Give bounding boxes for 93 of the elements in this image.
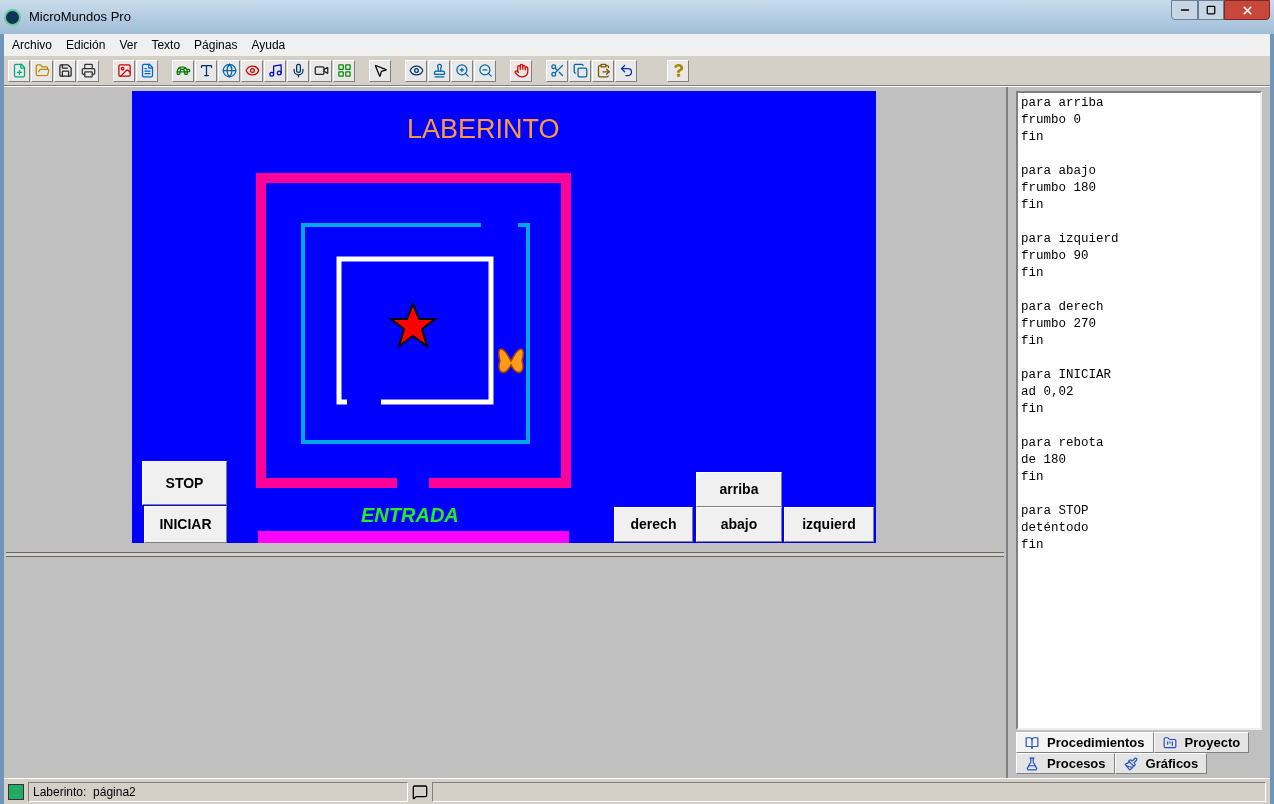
code-line: fin [1021, 469, 1045, 486]
toolbar-button[interactable] [287, 59, 309, 82]
new-file-icon [11, 63, 27, 78]
toolbar-button[interactable] [546, 59, 568, 82]
code-line: para derech [1021, 299, 1105, 316]
zoom-in-icon [454, 63, 470, 78]
toolbar-button[interactable] [405, 59, 427, 82]
menu-item[interactable]: Archivo [12, 36, 52, 54]
canvas-title: LABERINTO [407, 113, 560, 146]
globe-icon [221, 63, 237, 78]
code-line: fin [1021, 129, 1045, 146]
code-line: fin [1021, 333, 1045, 350]
paste-icon [595, 63, 611, 78]
grid-icon [336, 63, 352, 78]
app-logo-icon [4, 8, 21, 26]
entrance-label: ENTRADA [361, 503, 459, 528]
code-line: para rebota [1021, 435, 1105, 452]
toolbar-button[interactable] [428, 59, 450, 82]
cut-icon [549, 63, 565, 78]
menu-item[interactable]: Texto [151, 36, 181, 54]
canvas-button[interactable]: arriba [696, 472, 782, 507]
help-icon [671, 64, 685, 77]
eye-icon [244, 63, 260, 78]
open-folder-icon [34, 63, 50, 78]
toolbar-button[interactable] [310, 59, 332, 82]
pointer-icon [372, 63, 388, 78]
toolbar-button[interactable] [195, 59, 217, 82]
maximize-icon [1206, 5, 1216, 15]
minimize-button[interactable] [1171, 0, 1198, 20]
document-icon [139, 63, 155, 78]
code-line: frumbo 0 [1021, 112, 1082, 129]
toolbar-button[interactable] [369, 59, 391, 82]
tab-icon [1025, 735, 1039, 750]
video-camera-icon [313, 63, 329, 78]
music-note-icon [267, 63, 283, 78]
code-line: frumbo 90 [1021, 248, 1090, 265]
code-line: deténtodo [1021, 520, 1090, 537]
menu-item[interactable]: Edición [66, 36, 106, 54]
canvas-button[interactable]: abajo [696, 507, 782, 542]
close-icon [1240, 3, 1254, 17]
panel-tab[interactable]: Gráficos [1114, 753, 1208, 774]
code-line: para STOP [1021, 503, 1090, 520]
menu-item[interactable]: Ver [119, 36, 138, 54]
code-line: ad 0,02 [1021, 384, 1075, 401]
zoom-out-icon [477, 63, 493, 78]
toolbar-button[interactable] [592, 59, 614, 82]
toolbar-button[interactable] [615, 59, 637, 82]
turtle-icon [175, 63, 191, 78]
procedures-editor[interactable]: para arriba frumbo 0 fin para abajo frumbo 180 fin para izquierd frumbo 90 fin para derech frumbo 270 fin para INICIAR ad 0,02 fin para rebota de 180 fin para STOP deténtodo fin [1016, 91, 1262, 730]
code-line: fin [1021, 197, 1045, 214]
picture-icon [116, 63, 132, 78]
tab-icon [1123, 756, 1138, 771]
code-line: para izquierd [1021, 231, 1120, 248]
stop-hand-icon [513, 63, 529, 78]
panel-tab[interactable]: Proyecto [1153, 732, 1250, 753]
window-title: MicroMundos Pro [29, 8, 131, 27]
canvas-button[interactable]: izquierd [784, 507, 874, 542]
stamp-icon [431, 63, 447, 78]
close-button[interactable] [1224, 0, 1270, 20]
canvas-button[interactable]: INICIAR [144, 506, 227, 543]
menu-item[interactable]: Páginas [194, 36, 238, 54]
code-line: para arriba [1021, 95, 1105, 112]
note-icon [412, 783, 428, 800]
microphone-icon [290, 63, 306, 78]
tab-icon [1025, 756, 1039, 771]
toolbar-button[interactable] [54, 59, 76, 82]
star-icon [389, 302, 437, 348]
menu-item[interactable]: Ayuda [251, 36, 286, 54]
undo-icon [618, 63, 634, 78]
code-line: fin [1021, 265, 1045, 282]
canvas-button[interactable]: derech [614, 507, 693, 542]
status-text: Laberinto: página2 [28, 781, 408, 802]
eye-icon [408, 63, 424, 78]
panel-tab[interactable]: Procesos [1016, 753, 1115, 774]
text-box-icon [198, 63, 214, 78]
maximize-button[interactable] [1198, 0, 1224, 20]
code-line: frumbo 270 [1021, 316, 1097, 333]
code-line: de 180 [1021, 452, 1067, 469]
code-line: para INICIAR [1021, 367, 1112, 384]
toolbar-button[interactable] [77, 59, 99, 82]
code-line: fin [1021, 401, 1045, 418]
toolbar-button[interactable] [218, 59, 240, 82]
canvas-button[interactable]: STOP [142, 461, 227, 505]
code-line: frumbo 180 [1021, 180, 1097, 197]
toolbar-button[interactable] [264, 59, 286, 82]
panel-tab[interactable]: Procedimientos [1016, 732, 1154, 753]
save-icon [57, 63, 73, 78]
print-icon [80, 63, 96, 78]
code-line: para abajo [1021, 163, 1097, 180]
page-icon [8, 783, 24, 800]
tab-icon [1162, 735, 1177, 750]
copy-icon [572, 63, 588, 78]
code-line: fin [1021, 537, 1045, 554]
